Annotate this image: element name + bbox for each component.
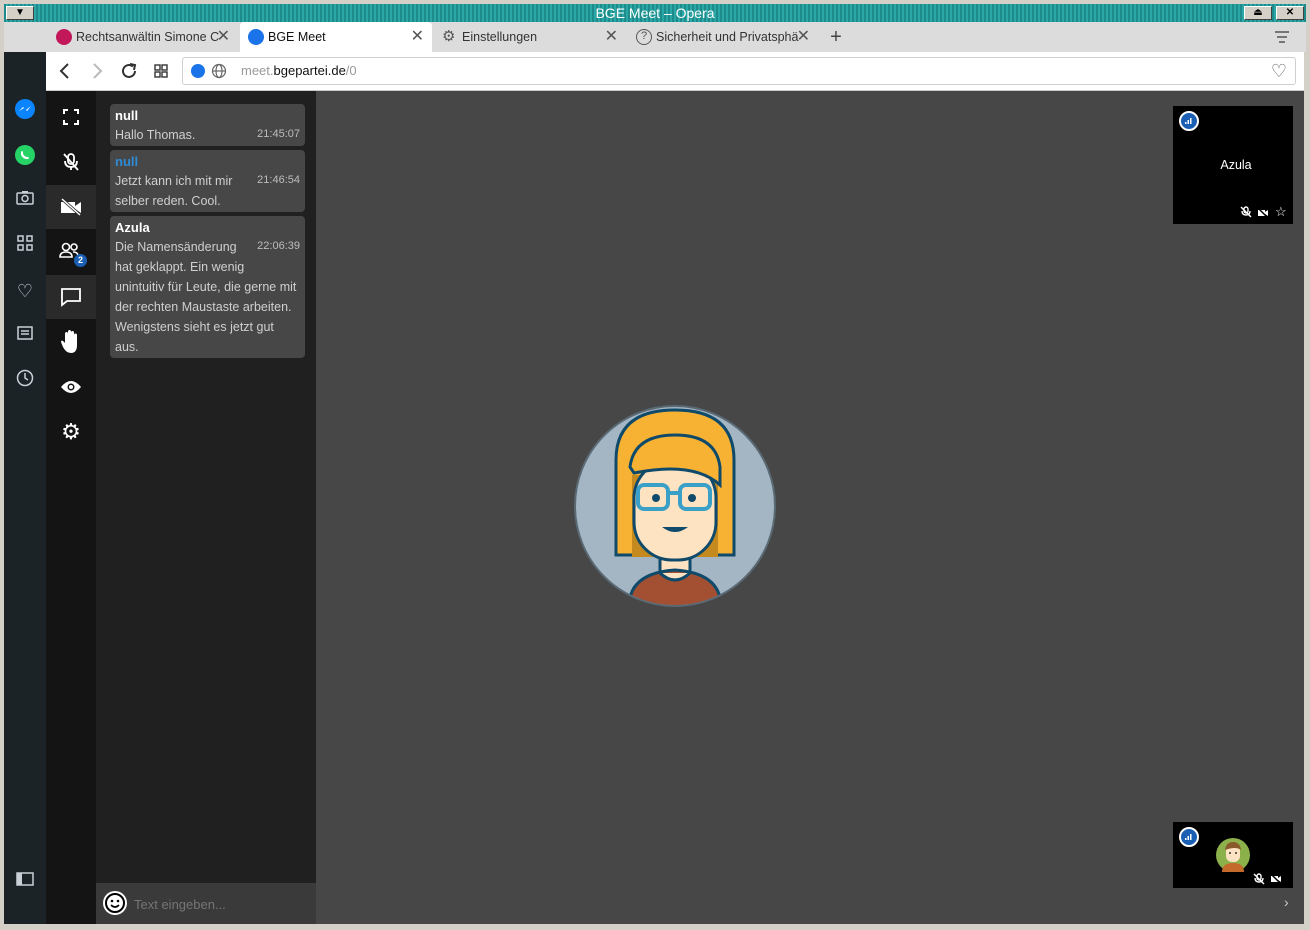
scales-icon	[56, 29, 72, 45]
mic-off-icon[interactable]	[46, 140, 96, 184]
mic-off-icon	[1240, 206, 1252, 221]
participant-name: Azula	[1220, 158, 1252, 172]
local-video-thumbnail[interactable]	[1173, 822, 1293, 888]
local-avatar	[1216, 838, 1250, 872]
tab-label: Sicherheit und Privatsphä	[656, 30, 799, 44]
message-line: selber reden. Cool.	[115, 194, 221, 208]
url-input[interactable]: meet.bgepartei.de/0 ♡	[182, 57, 1296, 85]
heart-icon[interactable]: ♡	[12, 278, 38, 304]
star-icon[interactable]: ☆	[1275, 204, 1287, 220]
sidebar-toggle-icon[interactable]	[12, 868, 38, 894]
remote-video-thumbnail[interactable]: Azula ☆	[1173, 106, 1293, 224]
message-time: 21:46:54	[257, 174, 300, 186]
camera-icon[interactable]	[12, 188, 38, 214]
meet-toolbar: 2 ⚙	[46, 91, 96, 924]
tab-bge-meet[interactable]: BGE Meet ✕	[240, 22, 432, 52]
chat-panel: null 21:45:07 Hallo Thomas. null 21:46:5…	[96, 91, 316, 924]
close-icon[interactable]: ✕	[411, 22, 424, 52]
chat-message: null 21:45:07 Hallo Thomas.	[110, 104, 305, 146]
raise-hand-icon[interactable]	[46, 320, 96, 364]
gear-icon: ⚙	[442, 28, 456, 45]
message-line: aus.	[115, 340, 139, 354]
message-line: der rechten Maustaste arbeiten.	[115, 300, 292, 314]
chat-message: null 21:46:54 Jetzt kann ich mit mir sel…	[110, 150, 305, 212]
chat-input-bar	[96, 883, 316, 924]
news-icon[interactable]	[12, 323, 38, 349]
connection-signal-icon[interactable]	[1179, 827, 1199, 847]
tab-label: Einstellungen	[462, 30, 538, 44]
eye-icon[interactable]	[46, 365, 96, 409]
close-window-button[interactable]: ✕	[1276, 6, 1304, 20]
tab-label: Rechtsanwältin Simone C	[76, 30, 220, 44]
title-bar[interactable]: ▼ BGE Meet – Opera ⏏ ✕	[4, 4, 1306, 22]
connection-signal-icon[interactable]	[1179, 111, 1199, 131]
emoji-icon[interactable]	[102, 890, 128, 916]
chat-input[interactable]	[132, 891, 314, 917]
maximize-button[interactable]: ⏏	[1244, 6, 1272, 20]
new-tab-button[interactable]: +	[826, 25, 846, 49]
participants-badge: 2	[74, 254, 87, 267]
tab-menu-icon[interactable]	[1272, 27, 1292, 47]
url-text: meet.bgepartei.de/0	[241, 58, 357, 84]
chevron-right-icon[interactable]: ›	[1284, 894, 1289, 910]
close-icon[interactable]: ✕	[797, 22, 810, 52]
message-line: Jetzt kann ich mit mir	[115, 174, 233, 188]
address-bar-row: meet.bgepartei.de/0 ♡	[46, 52, 1304, 91]
chat-message: Azula 22:06:39 Die Namensänderung hat ge…	[110, 216, 305, 358]
message-line: Die Namensänderung	[115, 240, 237, 254]
video-stage: Azula ☆ ›	[316, 91, 1304, 924]
camera-off-icon[interactable]	[46, 185, 96, 229]
participants-icon[interactable]: 2	[46, 230, 96, 274]
mic-off-icon	[1253, 872, 1265, 890]
whatsapp-icon[interactable]	[12, 144, 38, 170]
bookmark-heart-icon[interactable]: ♡	[1271, 62, 1287, 80]
opera-sidebar: O ♡	[4, 22, 46, 924]
messenger-icon[interactable]	[12, 98, 38, 124]
camera-off-icon	[1257, 206, 1269, 224]
message-sender: null	[115, 154, 139, 169]
bge-icon	[248, 29, 264, 45]
speed-dial-icon[interactable]	[150, 60, 172, 82]
close-icon[interactable]: ✕	[217, 22, 230, 52]
message-line: hat geklappt. Ein wenig	[115, 260, 245, 274]
fullscreen-icon[interactable]	[46, 95, 96, 139]
history-icon[interactable]	[12, 368, 38, 394]
large-avatar	[574, 405, 776, 607]
message-line: Wenigstens sieht es jetzt gut	[115, 320, 274, 334]
message-sender: null	[115, 108, 139, 123]
url-path: /0	[345, 63, 357, 78]
url-prefix: meet.	[241, 63, 274, 78]
forward-button[interactable]	[86, 60, 108, 82]
tab-bar: Rechtsanwältin Simone C ✕ BGE Meet ✕ ⚙ E…	[4, 22, 1306, 52]
site-icon	[191, 64, 205, 78]
help-icon: ?	[636, 29, 652, 45]
url-domain: bgepartei.de	[273, 63, 346, 78]
settings-icon[interactable]: ⚙	[46, 410, 96, 454]
message-line: unintuitiv für Leute, die gerne mit	[115, 280, 297, 294]
reload-button[interactable]	[118, 60, 140, 82]
tab-rechtsanwaeltin[interactable]: Rechtsanwältin Simone C ✕	[48, 22, 238, 52]
camera-off-icon	[1270, 872, 1282, 890]
tab-label: BGE Meet	[268, 30, 326, 44]
globe-icon[interactable]	[211, 63, 227, 84]
tab-sicherheit[interactable]: ? Sicherheit und Privatsphä ✕	[628, 22, 818, 52]
apps-icon[interactable]	[12, 233, 38, 259]
window-title: BGE Meet – Opera	[595, 5, 715, 21]
message-line: Hallo Thomas.	[115, 128, 196, 142]
message-time: 22:06:39	[257, 240, 300, 252]
message-time: 21:45:07	[257, 128, 300, 140]
close-icon[interactable]: ✕	[605, 22, 618, 52]
tab-einstellungen[interactable]: ⚙ Einstellungen ✕	[434, 22, 626, 52]
back-button[interactable]	[54, 60, 76, 82]
message-sender: Azula	[115, 220, 150, 235]
chat-icon[interactable]	[46, 275, 96, 319]
